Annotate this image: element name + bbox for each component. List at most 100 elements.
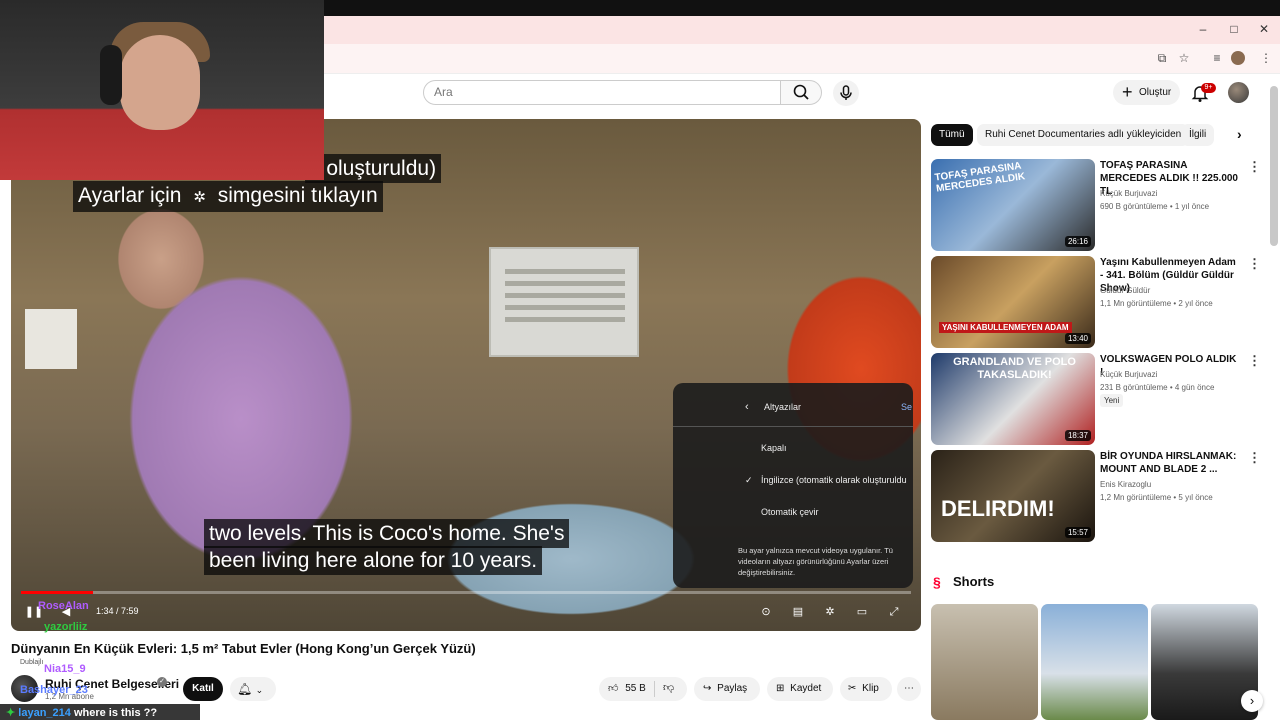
thumbs-down-icon[interactable]: 👎︎ xyxy=(663,681,674,694)
install-icon[interactable]: ⧉ xyxy=(1152,48,1172,68)
gear-icon: ✲ xyxy=(193,189,206,206)
scissors-icon: ✂ xyxy=(848,683,857,694)
minimize-icon[interactable]: – xyxy=(1188,18,1218,40)
chat-username: RoseAlan xyxy=(38,600,89,612)
related-thumbnail[interactable]: GRANDLAND VE POLO TAKASLADIK! 18:37 xyxy=(931,353,1095,445)
clip-button[interactable]: ✂ Klip xyxy=(840,677,892,701)
voice-search-button[interactable] xyxy=(833,80,859,106)
theater-mode-icon[interactable]: ▭ xyxy=(852,604,872,620)
subscription-bell-button[interactable]: 🔔︎ ⌄ xyxy=(230,677,276,701)
chat-message: ✦ layan_214 where is this ?? xyxy=(6,706,157,719)
related-thumbnail[interactable]: DELIRDIM! 15:57 xyxy=(931,450,1095,542)
chat-user-0: RoseAlan xyxy=(38,600,89,612)
related-channel[interactable]: Küçük Burjuvazi xyxy=(1100,188,1157,199)
like-divider xyxy=(654,681,655,697)
settings-gear-icon[interactable]: ✲ xyxy=(820,604,840,620)
shorts-heading: Shorts xyxy=(953,574,995,589)
chat-username: Nia15_9 xyxy=(44,663,86,675)
caption-hint-text-2: simgesini tıklayın xyxy=(217,184,378,207)
settings-header: Altyazılar xyxy=(764,402,802,412)
related-channel[interactable]: Küçük Burjuvazi xyxy=(1100,369,1157,380)
video-frame-detail xyxy=(489,247,639,357)
more-vertical-icon[interactable]: ⋮ xyxy=(1248,450,1261,466)
short-thumbnail[interactable] xyxy=(931,604,1038,720)
related-stats: 1,2 Mn görüntüleme • 5 yıl önce xyxy=(1100,493,1213,502)
more-vertical-icon[interactable]: ⋮ xyxy=(1248,159,1261,175)
caption-hint: Ayarlar için ✲ simgesini tıklayın xyxy=(73,181,383,212)
subtitle-option-autotranslate[interactable]: Otomatik çevir xyxy=(761,507,819,517)
back-chevron-icon[interactable]: ‹ xyxy=(745,401,749,413)
more-vertical-icon[interactable]: ⋮ xyxy=(1248,256,1261,272)
related-age: 4 gün önce xyxy=(1174,383,1215,392)
save-button[interactable]: ⊞ Kaydet xyxy=(767,677,833,701)
related-views: 231 B görüntüleme xyxy=(1100,383,1168,392)
autoplay-toggle-icon[interactable]: ⊙ xyxy=(756,604,776,620)
search-input[interactable]: Ara xyxy=(423,80,781,105)
maximize-icon[interactable]: □ xyxy=(1219,18,1249,40)
checkmark-icon: ✓ xyxy=(745,475,753,485)
search-button[interactable] xyxy=(780,80,822,105)
related-age: 1 yıl önce xyxy=(1174,202,1210,211)
microphone-icon xyxy=(840,85,852,100)
page-scrollbar[interactable] xyxy=(1270,86,1278,246)
chip-all[interactable]: Tümü xyxy=(931,124,973,146)
verified-icon: ✓ xyxy=(157,677,167,687)
chat-user-4: layan_214 xyxy=(18,707,71,719)
more-horizontal-icon: ⋯ xyxy=(904,683,914,694)
chat-text-4: where is this ?? xyxy=(73,707,158,719)
profile-icon[interactable] xyxy=(1231,51,1245,65)
related-channel[interactable]: Güldür Güldür xyxy=(1100,285,1150,296)
subtitles-icon[interactable]: ▤ xyxy=(788,604,808,620)
caption-hint-text: Ayarlar için xyxy=(78,184,182,207)
more-vertical-icon[interactable]: ⋮ xyxy=(1248,353,1261,369)
browser-menu-icon[interactable]: ⋮ xyxy=(1256,48,1276,68)
related-title[interactable]: BİR OYUNDA HIRSLANMAK: MOUNT AND BLADE 2… xyxy=(1100,450,1240,476)
share-label: Paylaş xyxy=(717,683,748,694)
user-avatar[interactable] xyxy=(1228,82,1249,103)
duration-badge: 15:57 xyxy=(1064,527,1091,538)
share-button[interactable]: ↪ Paylaş xyxy=(694,677,760,701)
related-stats: 1,1 Mn görüntüleme • 2 yıl önce xyxy=(1100,299,1213,308)
subtitle-option-english[interactable]: İngilizce (otomatik olarak oluşturuldu xyxy=(761,475,907,485)
video-title: Dünyanın En Küçük Evleri: 1,5 m² Tabut E… xyxy=(11,641,476,656)
webcam-figure-face xyxy=(120,35,200,130)
chat-username: yazorliiz xyxy=(44,621,87,633)
like-count: 55 B xyxy=(625,683,646,694)
caption-top: k oluşturuldu) xyxy=(305,154,442,183)
fullscreen-icon[interactable]: ⤢ xyxy=(884,604,904,620)
chip-related[interactable]: İlgili xyxy=(1181,124,1215,146)
more-actions-button[interactable]: ⋯ xyxy=(897,677,921,701)
related-age: 5 yıl önce xyxy=(1178,493,1213,502)
shorts-icon: § xyxy=(933,574,941,590)
chat-username: Bashayer_23 xyxy=(20,684,88,696)
new-badge: Yeni xyxy=(1100,394,1124,407)
close-icon[interactable]: ✕ xyxy=(1249,18,1279,40)
settings-header-link[interactable]: Se xyxy=(901,402,912,412)
related-channel[interactable]: Enis Kirazoglu xyxy=(1100,479,1151,490)
subtitle-option-off[interactable]: Kapalı xyxy=(761,443,787,453)
related-views: 690 B görüntüleme xyxy=(1100,202,1168,211)
share-icon: ↪ xyxy=(703,683,712,694)
chevron-right-icon[interactable]: › xyxy=(1237,126,1242,142)
short-thumbnail[interactable] xyxy=(1041,604,1148,720)
search-icon xyxy=(793,84,809,100)
related-thumbnail[interactable]: YAŞINI KABULLENMEYEN ADAM 13:40 xyxy=(931,256,1095,348)
chip-uploader[interactable]: Ruhi Cenet Documentaries adlı yükleyicid… xyxy=(977,124,1190,146)
shorts-next-button[interactable]: › xyxy=(1241,690,1263,712)
notification-count-badge: 9+ xyxy=(1201,83,1216,93)
settings-divider xyxy=(673,426,913,427)
related-views: 1,1 Mn görüntüleme xyxy=(1100,299,1172,308)
create-button[interactable]: + Oluştur xyxy=(1113,80,1180,105)
progress-bar-played xyxy=(21,591,93,594)
related-stats: 690 B görüntüleme • 1 yıl önce xyxy=(1100,202,1210,211)
progress-bar[interactable] xyxy=(21,591,911,594)
chat-user-2: Nia15_9 xyxy=(44,663,86,675)
join-button[interactable]: Katıl xyxy=(183,677,223,701)
media-control-icon[interactable]: ≡ xyxy=(1207,48,1227,68)
related-thumbnail[interactable]: TOFAŞ PARASINA MERCEDES ALDIK 26:16 xyxy=(931,159,1095,251)
plus-icon: + xyxy=(1122,82,1133,102)
chat-user-3: Bashayer_23 xyxy=(20,684,88,696)
duration-badge: 13:40 xyxy=(1064,333,1091,344)
bookmark-star-icon[interactable]: ☆ xyxy=(1174,48,1194,68)
subtitle-settings-menu[interactable]: ‹ Altyazılar Se Kapalı ✓ İngilizce (otom… xyxy=(673,383,913,588)
